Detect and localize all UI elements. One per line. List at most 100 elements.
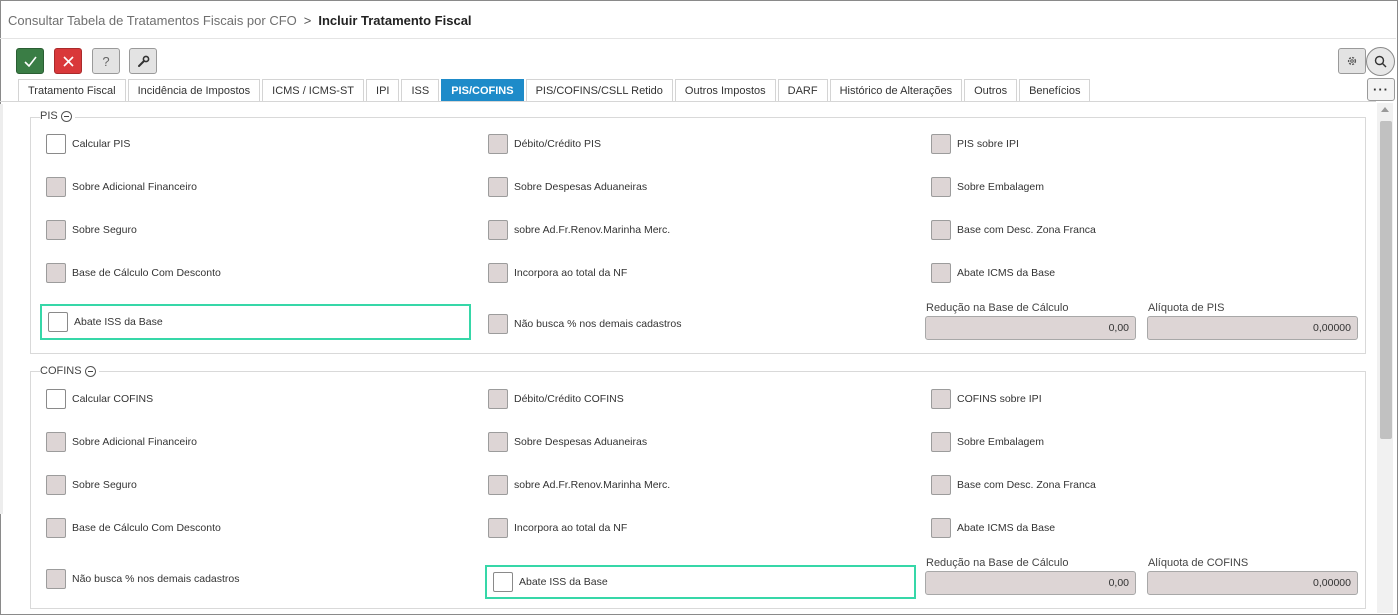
pis-nao-busca-checkbox[interactable]: Não busca % nos demais cadastros <box>488 314 682 334</box>
cofins-nao-busca-checkbox[interactable]: Não busca % nos demais cadastros <box>46 569 240 589</box>
more-tabs-button[interactable]: ··· <box>1367 78 1395 101</box>
checkbox-box[interactable] <box>46 518 66 538</box>
collapse-pis-icon[interactable] <box>60 110 72 122</box>
cofins-reducao-label: Redução na Base de Cálculo <box>926 557 1069 569</box>
pis-adicional-financeiro-checkbox[interactable]: Sobre Adicional Financeiro <box>46 177 197 197</box>
checkbox-box[interactable] <box>931 177 951 197</box>
checkbox-box[interactable] <box>48 312 68 332</box>
scroll-up-icon[interactable] <box>1381 107 1389 112</box>
checkbox-label: Base com Desc. Zona Franca <box>957 479 1096 491</box>
search-button[interactable] <box>1366 47 1395 76</box>
pis-despesas-aduaneiras-checkbox[interactable]: Sobre Despesas Aduaneiras <box>488 177 647 197</box>
checkbox-label: Incorpora ao total da NF <box>514 522 628 534</box>
checkbox-label: Débito/Crédito PIS <box>514 138 601 150</box>
page-title: Incluir Tratamento Fiscal <box>318 13 472 28</box>
pis-embalagem-checkbox[interactable]: Sobre Embalagem <box>931 177 1044 197</box>
checkbox-box[interactable] <box>931 220 951 240</box>
pis-sobre-ipi-checkbox[interactable]: PIS sobre IPI <box>931 134 1019 154</box>
tools-button[interactable] <box>129 48 157 74</box>
checkbox-box[interactable] <box>488 432 508 452</box>
checkbox-box[interactable] <box>493 572 513 592</box>
cofins-title-text: COFINS <box>40 365 82 377</box>
checkbox-label: Sobre Adicional Financeiro <box>72 436 197 448</box>
checkbox-box[interactable] <box>488 263 508 283</box>
pis-calcular-checkbox[interactable]: Calcular PIS <box>46 134 130 154</box>
checkbox-label: sobre Ad.Fr.Renov.Marinha Merc. <box>514 479 671 491</box>
tab-pis-cofins-csll-retido[interactable]: PIS/COFINS/CSLL Retido <box>525 79 673 101</box>
checkbox-box[interactable] <box>46 432 66 452</box>
checkbox-box[interactable] <box>46 475 66 495</box>
pis-debito-credito-checkbox[interactable]: Débito/Crédito PIS <box>488 134 601 154</box>
checkbox-box[interactable] <box>488 475 508 495</box>
tab-ipi[interactable]: IPI <box>366 79 400 101</box>
checkbox-box[interactable] <box>46 389 66 409</box>
cancel-button[interactable] <box>54 48 82 74</box>
checkbox-label: Abate ISS da Base <box>519 576 608 588</box>
pis-incorpora-total-nf-checkbox[interactable]: Incorpora ao total da NF <box>488 263 627 283</box>
tab-iss[interactable]: ISS <box>401 79 440 101</box>
pis-marinha-merc-checkbox[interactable]: sobre Ad.Fr.Renov.Marinha Merc. <box>488 220 670 240</box>
scrollbar-thumb[interactable] <box>1380 121 1392 439</box>
checkbox-box[interactable] <box>931 518 951 538</box>
cofins-sobre-ipi-checkbox[interactable]: COFINS sobre IPI <box>931 389 1042 409</box>
checkbox-box[interactable] <box>931 134 951 154</box>
cofins-incorpora-total-nf-checkbox[interactable]: Incorpora ao total da NF <box>488 518 627 538</box>
checkbox-box[interactable] <box>46 134 66 154</box>
tab-beneficios[interactable]: Benefícios <box>1019 79 1091 101</box>
collapse-cofins-icon[interactable] <box>84 365 96 377</box>
cofins-adicional-financeiro-checkbox[interactable]: Sobre Adicional Financeiro <box>46 432 197 452</box>
cofins-despesas-aduaneiras-checkbox[interactable]: Sobre Despesas Aduaneiras <box>488 432 647 452</box>
breadcrumb-parent-link[interactable]: Consultar Tabela de Tratamentos Fiscais … <box>8 13 297 28</box>
pis-seguro-checkbox[interactable]: Sobre Seguro <box>46 220 137 240</box>
pis-abate-icms-checkbox[interactable]: Abate ICMS da Base <box>931 263 1055 283</box>
cofins-seguro-checkbox[interactable]: Sobre Seguro <box>46 475 137 495</box>
cofins-embalagem-checkbox[interactable]: Sobre Embalagem <box>931 432 1044 452</box>
tab-incidencia-impostos[interactable]: Incidência de Impostos <box>127 79 261 101</box>
checkbox-box[interactable] <box>488 389 508 409</box>
help-button[interactable]: ? <box>92 48 120 74</box>
confirm-button[interactable] <box>16 48 44 74</box>
checkbox-box[interactable] <box>488 314 508 334</box>
settings-button[interactable] <box>1338 48 1366 74</box>
tab-outros[interactable]: Outros <box>964 79 1018 101</box>
cofins-aliquota-label: Alíquota de COFINS <box>1148 557 1249 569</box>
checkbox-box[interactable] <box>488 220 508 240</box>
tab-icms-icms-st[interactable]: ICMS / ICMS-ST <box>262 79 365 101</box>
pis-base-desconto-checkbox[interactable]: Base de Cálculo Com Desconto <box>46 263 221 283</box>
tab-pis-cofins[interactable]: PIS/COFINS <box>441 79 524 101</box>
cofins-debito-credito-checkbox[interactable]: Débito/Crédito COFINS <box>488 389 624 409</box>
cofins-abate-iss-checkbox[interactable]: Abate ISS da Base <box>493 572 608 592</box>
checkbox-label: Sobre Despesas Aduaneiras <box>514 436 648 448</box>
checkbox-box[interactable] <box>46 220 66 240</box>
checkbox-box[interactable] <box>931 263 951 283</box>
cofins-base-desconto-checkbox[interactable]: Base de Cálculo Com Desconto <box>46 518 221 538</box>
checkbox-box[interactable] <box>931 475 951 495</box>
pis-reducao-field[interactable]: 0,00 <box>925 316 1136 340</box>
cofins-aliquota-field[interactable]: 0,00000 <box>1147 571 1358 595</box>
checkbox-box[interactable] <box>488 134 508 154</box>
cofins-zona-franca-checkbox[interactable]: Base com Desc. Zona Franca <box>931 475 1096 495</box>
left-edge-marker <box>0 104 3 514</box>
checkbox-box[interactable] <box>488 177 508 197</box>
pis-section-title: PIS <box>40 110 75 122</box>
cofins-abate-icms-checkbox[interactable]: Abate ICMS da Base <box>931 518 1055 538</box>
pis-abate-iss-checkbox[interactable]: Abate ISS da Base <box>48 312 163 332</box>
pis-aliquota-field[interactable]: 0,00000 <box>1147 316 1358 340</box>
checkbox-box[interactable] <box>931 432 951 452</box>
pis-zona-franca-checkbox[interactable]: Base com Desc. Zona Franca <box>931 220 1096 240</box>
tab-darf[interactable]: DARF <box>777 79 828 101</box>
tab-outros-impostos[interactable]: Outros Impostos <box>674 79 776 101</box>
tab-tratamento-fiscal[interactable]: Tratamento Fiscal <box>18 79 126 101</box>
cofins-calcular-checkbox[interactable]: Calcular COFINS <box>46 389 153 409</box>
checkbox-box[interactable] <box>46 263 66 283</box>
tab-historico-alteracoes[interactable]: Histórico de Alterações <box>829 79 963 101</box>
checkbox-box[interactable] <box>488 518 508 538</box>
checkbox-label: Abate ISS da Base <box>74 316 163 328</box>
cofins-marinha-merc-checkbox[interactable]: sobre Ad.Fr.Renov.Marinha Merc. <box>488 475 670 495</box>
checkbox-box[interactable] <box>931 389 951 409</box>
checkbox-box[interactable] <box>46 569 66 589</box>
checkbox-label: Sobre Embalagem <box>957 436 1044 448</box>
cofins-reducao-field[interactable]: 0,00 <box>925 571 1136 595</box>
checkbox-box[interactable] <box>46 177 66 197</box>
check-icon <box>23 56 37 67</box>
